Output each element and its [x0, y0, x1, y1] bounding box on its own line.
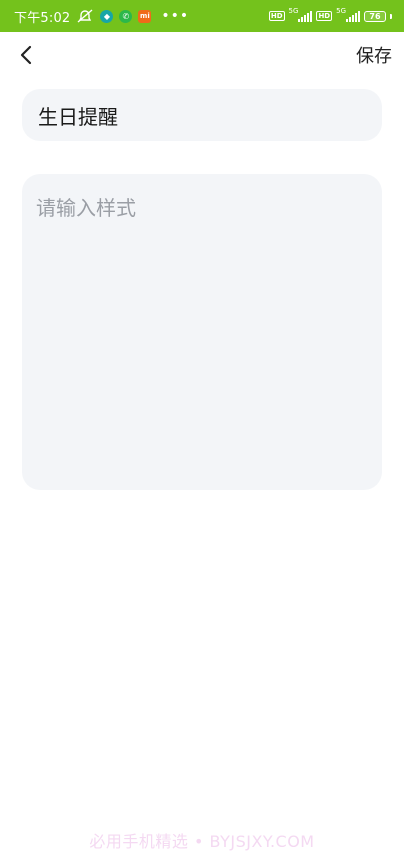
status-time: 下午5:02 — [14, 10, 71, 26]
status-left: 下午5:02 ◆ ✆ mi ••• — [14, 7, 189, 26]
status-bar: 下午5:02 ◆ ✆ mi ••• HD 5G HD 5G 76 — [0, 0, 404, 32]
title-field[interactable]: 生日提醒 — [22, 89, 382, 141]
title-value: 生日提醒 — [38, 104, 118, 129]
hd-icon: HD — [316, 11, 333, 21]
style-input[interactable] — [36, 192, 368, 472]
watermark: 必用手机精选 • BYJSJXY.COM — [89, 832, 315, 851]
more-notifications-icon: ••• — [161, 8, 190, 24]
shield-app-icon: ◆ — [100, 9, 114, 23]
battery-icon: 76 — [364, 10, 386, 22]
signal-icon — [298, 10, 313, 22]
status-right: HD 5G HD 5G 76 — [268, 7, 392, 22]
battery-tip — [390, 13, 392, 19]
nav-bar: 保存 — [0, 32, 404, 78]
network-type: 5G — [288, 7, 299, 15]
phone-app-icon: ✆ — [119, 9, 133, 23]
hd-icon: HD — [268, 11, 285, 21]
mi-app-icon: mi — [138, 9, 152, 23]
alarm-muted-icon — [77, 9, 93, 23]
save-button[interactable]: 保存 — [356, 42, 392, 68]
back-button[interactable] — [14, 43, 38, 67]
signal-icon — [346, 10, 360, 22]
chevron-left-icon — [20, 45, 32, 65]
network-type: 5G — [336, 7, 346, 15]
style-input-area[interactable] — [22, 174, 382, 490]
